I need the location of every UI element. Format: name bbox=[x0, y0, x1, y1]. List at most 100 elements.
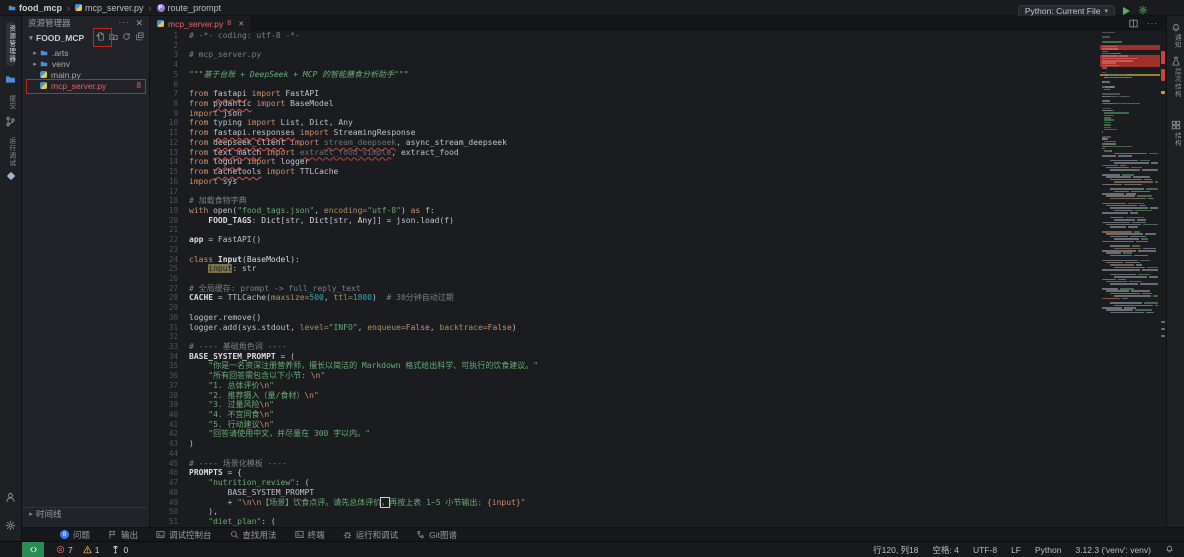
code-line: 2 bbox=[150, 41, 1100, 51]
bell-icon bbox=[1171, 22, 1181, 32]
panel-tab-问题[interactable]: 8问题 bbox=[60, 529, 90, 541]
ruler-mark bbox=[1161, 69, 1165, 81]
problem-count-badge: 8 bbox=[137, 81, 149, 90]
right-activity-层次结构[interactable] bbox=[1167, 56, 1184, 66]
remote-indicator[interactable] bbox=[22, 542, 44, 557]
activity-item-branch[interactable] bbox=[0, 116, 21, 127]
breadcrumb-separator: › bbox=[149, 3, 152, 13]
code-line: 14from loguru import logger bbox=[150, 157, 1100, 167]
line-number: 11 bbox=[150, 128, 189, 138]
line-number: 6 bbox=[150, 80, 189, 90]
activity-item-提交[interactable]: 提交 bbox=[0, 95, 21, 110]
code-line: 42 "回答请使用中文，并尽量在 300 字以内。" bbox=[150, 429, 1100, 439]
editor-tab-bar: mcp_server.py 8 ✕ ··· bbox=[150, 16, 1166, 31]
code-line: 28CACHE = TTLCache(maxsize=500, ttl=1800… bbox=[150, 293, 1100, 303]
breadcrumb-item[interactable]: Proute_prompt bbox=[157, 3, 222, 13]
status-item[interactable]: Python bbox=[1035, 545, 1061, 555]
line-number: 37 bbox=[150, 381, 189, 391]
breadcrumb-item[interactable]: mcp_server.py bbox=[75, 3, 144, 13]
panel-tab-输出[interactable]: 输出 bbox=[108, 529, 138, 541]
explorer-header: 资源管理器 ··· ✕ bbox=[22, 16, 149, 30]
new-folder-button[interactable] bbox=[109, 32, 118, 43]
split-icon bbox=[1129, 19, 1138, 28]
code-editor[interactable]: 1# -*- coding: utf-8 -*-23# mcp_server.p… bbox=[150, 31, 1100, 527]
code-line: 36 "所有回答需包含以下小节: \n" bbox=[150, 371, 1100, 381]
terminal-icon bbox=[295, 530, 304, 539]
breadcrumb-separator: › bbox=[67, 3, 70, 13]
person-button[interactable] bbox=[5, 490, 16, 508]
right-activity-通知[interactable] bbox=[1167, 22, 1184, 32]
status-problems[interactable]: 71 bbox=[56, 545, 99, 555]
panel-tab-运行和调试[interactable]: 运行和调试 bbox=[343, 529, 399, 541]
line-number: 17 bbox=[150, 187, 189, 197]
tree-item-venv[interactable]: ▸venv bbox=[22, 58, 149, 69]
explorer-close-icon[interactable]: ✕ bbox=[135, 19, 143, 28]
status-item[interactable]: 行120, 列18 bbox=[873, 544, 918, 556]
code-line: 19with open("food_tags.json", encoding="… bbox=[150, 206, 1100, 216]
line-number: 10 bbox=[150, 118, 189, 128]
panel-tab-终端[interactable]: 终端 bbox=[295, 529, 325, 541]
panel-tab-Git图谱[interactable]: Git图谱 bbox=[416, 529, 457, 541]
status-item[interactable]: 3.12.3 ('venv': venv) bbox=[1075, 545, 1151, 555]
panel-tab-调试控制台[interactable]: 调试控制台 bbox=[156, 529, 212, 541]
flask-icon bbox=[1171, 56, 1181, 66]
python-file-icon bbox=[75, 4, 82, 11]
panel-tab-查找用法[interactable]: 查找用法 bbox=[230, 529, 277, 541]
diamond-icon bbox=[6, 171, 14, 179]
chevron-down-icon: ▾ bbox=[1104, 8, 1108, 15]
method-icon: P bbox=[157, 4, 165, 12]
warn-icon bbox=[83, 545, 92, 554]
notifications-bell-icon[interactable] bbox=[1165, 544, 1174, 555]
tab-mcp-server[interactable]: mcp_server.py 8 ✕ bbox=[150, 16, 252, 31]
console-icon bbox=[156, 530, 165, 539]
line-number: 29 bbox=[150, 303, 189, 313]
status-item[interactable]: UTF-8 bbox=[973, 545, 997, 555]
tree-root-food-mcp[interactable]: ▾ FOOD_MCP bbox=[22, 31, 149, 44]
collapse-all-button[interactable] bbox=[135, 32, 144, 43]
code-line: 24class Input(BaseModel): bbox=[150, 255, 1100, 265]
line-number: 5 bbox=[150, 70, 189, 80]
code-line: 8from pydantic import BaseModel bbox=[150, 99, 1100, 109]
right-activity-结构[interactable] bbox=[1167, 120, 1184, 130]
activity-item-diamond[interactable] bbox=[0, 173, 21, 179]
breadcrumb-item[interactable]: food_mcp bbox=[8, 3, 62, 13]
code-line: 33# ---- 基础角色词 ---- bbox=[150, 342, 1100, 352]
error-icon bbox=[56, 545, 65, 554]
bell-icon bbox=[1165, 544, 1174, 553]
panel-tab-bar: 8问题 输出 调试控制台 查找用法 终端 运行和调试 Git图谱 bbox=[22, 527, 1184, 541]
line-number: 50 bbox=[150, 507, 189, 517]
minimap[interactable] bbox=[1100, 31, 1160, 527]
activity-item-运行调试[interactable]: 运行调试 bbox=[0, 137, 21, 167]
status-item[interactable]: LF bbox=[1011, 545, 1021, 555]
remote-icon bbox=[29, 545, 38, 554]
line-number: 9 bbox=[150, 109, 189, 119]
code-line: 26 bbox=[150, 274, 1100, 284]
line-number: 22 bbox=[150, 235, 189, 245]
code-line: 13from text_match import extract_food_si… bbox=[150, 148, 1100, 158]
ruler-mark bbox=[1161, 328, 1165, 330]
tree-item-mcp_server.py[interactable]: mcp_server.py8 bbox=[22, 80, 149, 91]
tree-item-main.py[interactable]: main.py bbox=[22, 69, 149, 80]
tree-item-.arts[interactable]: ▸.arts bbox=[22, 47, 149, 58]
timeline-section[interactable]: ▸ 时间线 bbox=[22, 507, 149, 519]
python-file-icon bbox=[40, 71, 47, 78]
code-line: 50 ), bbox=[150, 507, 1100, 517]
error-count: 7 bbox=[68, 545, 73, 555]
breadcrumb[interactable]: food_mcp › mcp_server.py › Proute_prompt bbox=[0, 3, 221, 13]
activity-item-folder-fill[interactable] bbox=[0, 74, 21, 85]
ports-count: 0 bbox=[123, 545, 128, 555]
code-line: 27# 全局缓存: prompt -> full_reply_text bbox=[150, 284, 1100, 294]
refresh-button[interactable] bbox=[122, 32, 131, 43]
split-editor-icon[interactable] bbox=[1129, 15, 1138, 33]
status-ports[interactable]: 0 bbox=[111, 545, 128, 555]
folder-icon bbox=[40, 60, 48, 68]
line-number: 18 bbox=[150, 196, 189, 206]
gear-button[interactable] bbox=[5, 518, 16, 536]
editor-more-icon[interactable]: ··· bbox=[1147, 20, 1158, 28]
explorer-more-icon[interactable]: ··· bbox=[118, 19, 129, 27]
new-file-button[interactable] bbox=[96, 32, 105, 43]
tab-close-icon[interactable]: ✕ bbox=[238, 20, 244, 28]
activity-item-资源管理器[interactable]: 资源管理器 bbox=[0, 22, 21, 66]
code-line: 44 bbox=[150, 449, 1100, 459]
status-item[interactable]: 空格: 4 bbox=[933, 544, 959, 556]
